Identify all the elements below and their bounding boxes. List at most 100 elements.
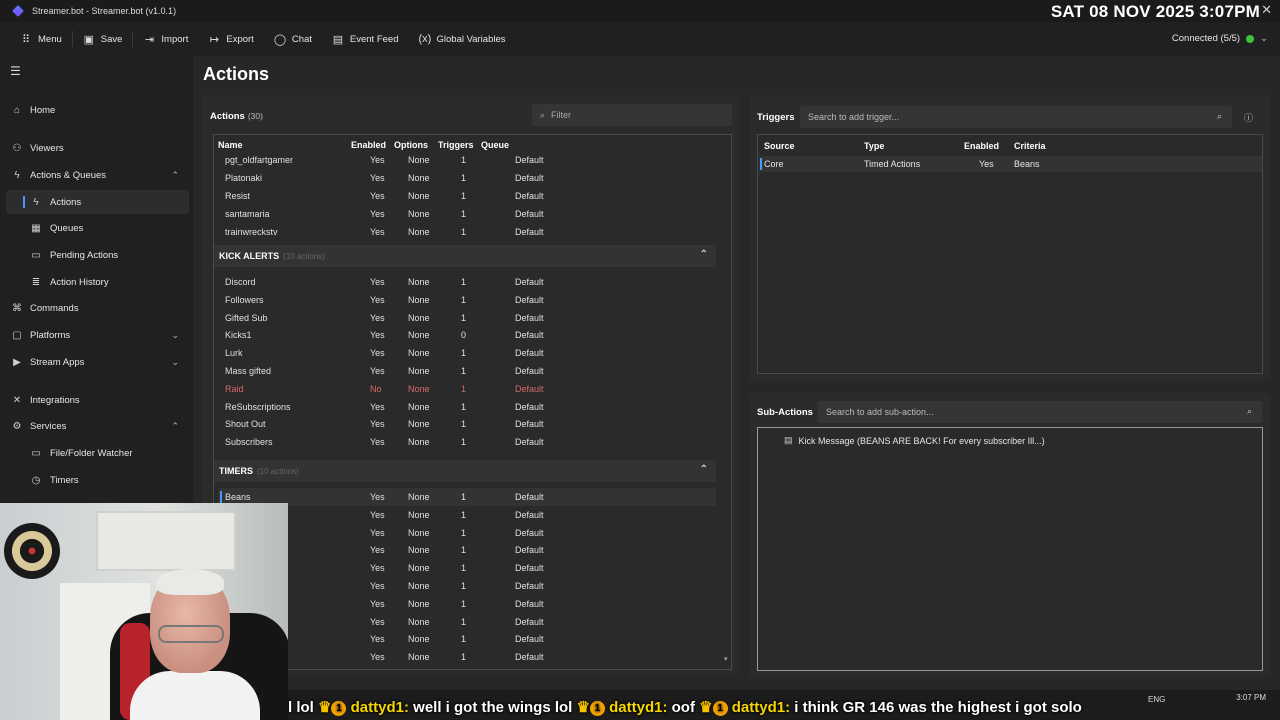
sidebar-item-label: Platforms bbox=[30, 329, 71, 341]
cell-options: None bbox=[408, 173, 430, 183]
dartboard-icon bbox=[4, 523, 60, 579]
table-row[interactable]: ReSubscriptions Yes None 1 Default bbox=[218, 398, 716, 416]
subaction-item[interactable]: ▤ Kick Message (BEANS ARE BACK! For ever… bbox=[784, 435, 1045, 446]
table-row[interactable]: Platonaki Yes None 1 Default bbox=[218, 169, 716, 187]
cell-enabled: Yes bbox=[370, 616, 385, 627]
table-row[interactable]: Resist Yes None 1 Default bbox=[218, 187, 716, 205]
sub-badge: 1 bbox=[331, 700, 347, 716]
sidebar-item-stream-apps[interactable]: ▶ Stream Apps ⌄ bbox=[0, 350, 193, 374]
column-header-criteria[interactable]: Criteria bbox=[1014, 141, 1046, 151]
import-button[interactable]: ⇥ Import bbox=[133, 26, 198, 52]
cell-triggers: 1 bbox=[461, 437, 467, 448]
column-header-source[interactable]: Source bbox=[764, 141, 795, 151]
folder-icon: ▭ bbox=[31, 447, 41, 459]
column-header-enabled[interactable]: Enabled bbox=[351, 140, 386, 150]
sidebar-item-action-history[interactable]: ≣ Action History bbox=[0, 270, 193, 294]
subaction-search-input[interactable]: Search to add sub-action... ⌕ bbox=[818, 401, 1262, 423]
triggers-grid[interactable]: Source Type Enabled Criteria Core Timed … bbox=[757, 134, 1263, 374]
sidebar-item-integrations[interactable]: ✕ Integrations bbox=[0, 388, 193, 412]
cell-triggers: 1 bbox=[461, 492, 467, 502]
table-row[interactable]: Yes None 1 Default bbox=[218, 541, 716, 559]
ticker-fragment: l lol bbox=[288, 699, 314, 716]
table-row[interactable]: santamaria Yes None 1 Default bbox=[218, 205, 716, 223]
table-row[interactable]: Subscribers Yes None 1 Default bbox=[218, 433, 716, 451]
column-header-enabled[interactable]: Enabled bbox=[964, 141, 999, 151]
sidebar-item-actions-queues[interactable]: ϟ Actions & Queues ⌃ bbox=[0, 163, 193, 187]
table-row[interactable]: Followers Yes None 1 Default bbox=[218, 291, 716, 309]
trigger-search-input[interactable]: Search to add trigger... ⌕ bbox=[800, 106, 1232, 128]
table-row[interactable]: Yes None 1 Default bbox=[218, 648, 716, 666]
info-icon[interactable]: ⓘ bbox=[1244, 111, 1253, 124]
table-row[interactable]: Yes None 1 Default bbox=[218, 506, 716, 524]
group-header[interactable]: KICK ALERTS (10 actions) ⌃ bbox=[214, 245, 716, 267]
cell-enabled: Yes bbox=[370, 277, 385, 287]
table-row[interactable]: Yes None 1 Default bbox=[218, 577, 716, 595]
table-row[interactable]: Yes None 1 Default bbox=[218, 613, 716, 631]
table-row[interactable]: Lurk Yes None 1 Default bbox=[218, 344, 716, 362]
column-header-options[interactable]: Options bbox=[394, 140, 428, 150]
cell-triggers: 1 bbox=[461, 401, 467, 412]
table-row[interactable]: Discord Yes None 1 Default bbox=[218, 273, 716, 291]
cell-options: None bbox=[408, 545, 430, 556]
cell-name: Lurk bbox=[225, 348, 243, 359]
cell-queue: Default bbox=[515, 383, 544, 394]
cell-options: None bbox=[408, 227, 430, 237]
home-icon: ⌂ bbox=[13, 104, 21, 116]
column-header-name[interactable]: Name bbox=[218, 140, 243, 150]
sidebar-item-home[interactable]: ⌂ Home bbox=[0, 98, 193, 122]
table-row[interactable]: Yes None 1 Default bbox=[218, 559, 716, 577]
chat-message: well i got the wings lol bbox=[413, 699, 573, 716]
table-row[interactable]: Kicks1 Yes None 0 Default bbox=[218, 326, 716, 344]
sidebar-item-viewers[interactable]: ⚇ Viewers bbox=[0, 136, 193, 160]
column-header-type[interactable]: Type bbox=[864, 141, 884, 151]
table-row[interactable]: Yes None 1 Default bbox=[218, 595, 716, 613]
filter-input[interactable]: ⌕ Filter bbox=[532, 104, 732, 126]
subactions-list[interactable]: ▤ Kick Message (BEANS ARE BACK! For ever… bbox=[757, 427, 1263, 671]
sidebar-item-pending-actions[interactable]: ▭ Pending Actions bbox=[0, 243, 193, 267]
chat-button[interactable]: ◯ Chat bbox=[264, 26, 322, 52]
chevron-up-icon[interactable]: ⌃ bbox=[700, 249, 708, 260]
sidebar-item-queues[interactable]: ▦ Queues bbox=[0, 216, 193, 240]
chevron-up-icon[interactable]: ⌃ bbox=[700, 464, 708, 475]
scroll-down-icon[interactable]: ▾ bbox=[724, 655, 728, 663]
import-label: Import bbox=[161, 33, 189, 45]
actions-grid[interactable]: Name Enabled Options Triggers Queue pgt_… bbox=[213, 134, 732, 670]
table-row[interactable]: Yes None 1 Default bbox=[218, 630, 716, 648]
global-variables-button[interactable]: (x) Global Variables bbox=[409, 26, 516, 52]
chat-username: dattyd1: bbox=[350, 699, 409, 716]
export-button[interactable]: ↦ Export bbox=[198, 26, 263, 52]
trigger-row[interactable]: Core Timed Actions Yes Beans bbox=[759, 156, 1262, 172]
table-row[interactable]: Mass gifted Yes None 1 Default bbox=[218, 362, 716, 380]
cell-triggers: 1 bbox=[461, 227, 467, 237]
grid-menu-icon: ⠿ bbox=[21, 33, 31, 46]
users-icon: ⚇ bbox=[12, 142, 22, 154]
cell-options: None bbox=[408, 419, 430, 430]
hamburger-icon[interactable]: ☰ bbox=[10, 64, 21, 78]
sidebar-item-file-folder-watcher[interactable]: ▭ File/Folder Watcher bbox=[0, 441, 193, 465]
table-row[interactable]: Raid No None 1 Default bbox=[218, 380, 716, 398]
table-row[interactable]: trainwreckstv Yes None 1 Default bbox=[218, 223, 716, 241]
event-feed-button[interactable]: ▤ Event Feed bbox=[322, 26, 409, 52]
table-row[interactable]: Gifted Sub Yes None 1 Default bbox=[218, 309, 716, 327]
connection-status[interactable]: Connected (5/5) ⌄ bbox=[1172, 33, 1268, 44]
table-row[interactable]: Beans Yes None 1 Default bbox=[218, 488, 716, 506]
sidebar-item-commands[interactable]: ⌘ Commands bbox=[0, 296, 193, 320]
table-row[interactable]: Yes None 1 Default bbox=[218, 524, 716, 542]
table-row[interactable]: Shout Out Yes None 1 Default bbox=[218, 415, 716, 433]
column-header-queue[interactable]: Queue bbox=[481, 140, 509, 150]
sidebar-item-services[interactable]: ⚙ Services ⌃ bbox=[0, 414, 193, 438]
toolbar: ⠿ Menu ▣ Save ⇥ Import ↦ Export ◯ Chat ▤ Event… bbox=[0, 22, 1280, 56]
sidebar-item-timers[interactable]: ◷ Timers bbox=[0, 468, 193, 492]
chevron-down-icon: ⌄ bbox=[171, 329, 179, 340]
menu-button[interactable]: ⠿ Menu bbox=[10, 26, 72, 52]
sidebar-item-platforms[interactable]: ▢ Platforms ⌄ bbox=[0, 323, 193, 347]
group-name: KICK ALERTS (10 actions) bbox=[219, 251, 325, 261]
sidebar-item-actions[interactable]: ϟ Actions bbox=[6, 190, 189, 214]
cell-enabled: Yes bbox=[370, 652, 385, 663]
close-icon[interactable]: ✕ bbox=[1261, 2, 1272, 18]
column-header-triggers[interactable]: Triggers bbox=[438, 140, 474, 150]
services-icon: ⚙ bbox=[12, 420, 22, 432]
cell-enabled: Yes bbox=[370, 563, 385, 574]
save-button[interactable]: ▣ Save bbox=[73, 26, 133, 52]
group-header[interactable]: TIMERS (10 actions) ⌃ bbox=[214, 460, 716, 482]
